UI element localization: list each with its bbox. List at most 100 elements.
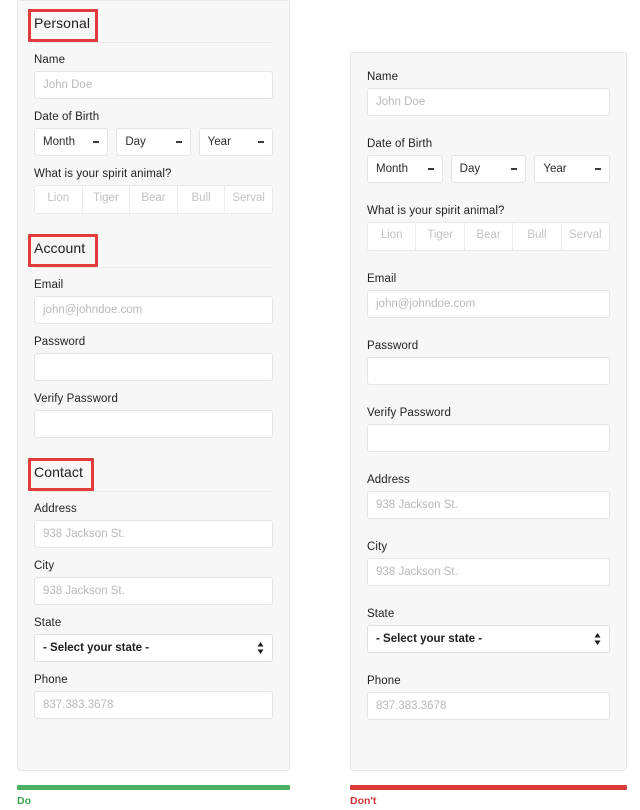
section-header-personal: Personal (28, 9, 273, 43)
do-example-form-panel: Personal Name John Doe Date of Birth Mon… (17, 0, 290, 771)
dob-year-value: Year (207, 136, 231, 148)
field-label-spirit-animal: What is your spirit animal? (34, 168, 172, 180)
verify-password-input[interactable] (34, 410, 273, 438)
field-label-password: Password (34, 336, 86, 348)
field-phone: Phone 837.383.3678 (34, 674, 273, 719)
password-input[interactable] (34, 353, 273, 381)
sort-updown-icon (257, 642, 264, 654)
phone-input[interactable]: 837.383.3678 (34, 691, 273, 719)
dont-verdict-bar (350, 785, 627, 790)
dob-day-select[interactable]: Day (116, 128, 191, 156)
field-spirit-animal: What is your spirit animal? Lion Tiger B… (367, 205, 610, 251)
do-verdict: Do (17, 785, 290, 807)
address-input[interactable]: 938 Jackson St. (34, 520, 273, 548)
dont-verdict-label: Don't (350, 795, 377, 807)
spirit-animal-option-lion[interactable]: Lion (368, 223, 417, 250)
field-verify-password: Verify Password (367, 407, 610, 452)
field-label-verify-password: Verify Password (367, 407, 451, 419)
field-date-of-birth: Date of Birth Month Day Year (34, 111, 273, 156)
field-email: Email john@johndoe.com (34, 279, 273, 324)
field-label-phone: Phone (367, 675, 401, 687)
field-spirit-animal: What is your spirit animal? Lion Tiger B… (34, 168, 273, 214)
do-verdict-label: Do (17, 795, 31, 807)
dob-month-select[interactable]: Month (34, 128, 109, 156)
dob-control-row: Month Day Year (367, 155, 611, 183)
field-state: State - Select your state - (367, 608, 610, 653)
password-input[interactable] (367, 357, 610, 385)
section-title-account: Account (34, 240, 86, 256)
state-select-value: - Select your state - (376, 633, 483, 645)
spirit-animal-button-group: Lion Tiger Bear Bull Serval (367, 222, 610, 251)
field-label-state: State (34, 617, 62, 629)
spirit-animal-option-lion[interactable]: Lion (35, 186, 83, 213)
dob-month-value: Month (43, 136, 75, 148)
field-label-address: Address (34, 503, 77, 515)
name-input[interactable]: John Doe (34, 71, 273, 99)
field-date-of-birth: Date of Birth Month Day Year (367, 138, 611, 183)
spirit-animal-option-tiger[interactable]: Tiger (416, 223, 465, 250)
field-city: City 938 Jackson St. (34, 560, 273, 605)
field-password: Password (367, 340, 610, 385)
field-label-city: City (367, 541, 388, 553)
state-select[interactable]: - Select your state - (367, 625, 610, 653)
do-verdict-bar (17, 785, 290, 790)
dob-day-select[interactable]: Day (450, 155, 527, 183)
name-input[interactable]: John Doe (367, 88, 610, 116)
field-label-verify-password: Verify Password (34, 393, 118, 405)
address-input[interactable]: 938 Jackson St. (367, 491, 610, 519)
spirit-animal-option-bull[interactable]: Bull (513, 223, 562, 250)
spirit-animal-option-bear[interactable]: Bear (465, 223, 514, 250)
spirit-animal-option-serval[interactable]: Serval (225, 186, 272, 213)
chevron-down-icon (175, 141, 182, 143)
field-label-address: Address (367, 474, 410, 486)
field-label-state: State (367, 608, 395, 620)
field-name: Name John Doe (367, 71, 610, 116)
dob-year-select[interactable]: Year (198, 128, 273, 156)
field-label-password: Password (367, 340, 419, 352)
field-name: Name John Doe (34, 54, 273, 99)
sort-updown-icon (594, 633, 601, 645)
field-label-email: Email (34, 279, 64, 291)
chevron-down-icon (93, 141, 100, 143)
spirit-animal-option-tiger[interactable]: Tiger (83, 186, 131, 213)
field-label-date-of-birth: Date of Birth (34, 111, 100, 123)
email-input[interactable]: john@johndoe.com (367, 290, 610, 318)
spirit-animal-button-group: Lion Tiger Bear Bull Serval (34, 185, 273, 214)
field-address: Address 938 Jackson St. (34, 503, 273, 548)
dob-year-select[interactable]: Year (534, 155, 611, 183)
city-input[interactable]: 938 Jackson St. (367, 558, 610, 586)
field-phone: Phone 837.383.3678 (367, 675, 610, 720)
section-title-personal: Personal (34, 15, 91, 31)
phone-input[interactable]: 837.383.3678 (367, 692, 610, 720)
field-label-date-of-birth: Date of Birth (367, 138, 433, 150)
chevron-down-icon (595, 168, 602, 170)
dont-example-form-panel: Name John Doe Date of Birth Month Day Ye… (350, 52, 627, 771)
state-select[interactable]: - Select your state - (34, 634, 273, 662)
dob-day-value: Day (125, 136, 146, 148)
spirit-animal-option-bear[interactable]: Bear (130, 186, 178, 213)
field-state: State - Select your state - (34, 617, 273, 662)
field-address: Address 938 Jackson St. (367, 474, 610, 519)
field-city: City 938 Jackson St. (367, 541, 610, 586)
section-header-contact: Contact (28, 458, 273, 492)
field-label-name: Name (367, 71, 399, 83)
chevron-down-icon (257, 141, 264, 143)
dob-year-value: Year (543, 163, 567, 175)
spirit-animal-option-bull[interactable]: Bull (178, 186, 226, 213)
dob-control-row: Month Day Year (34, 128, 273, 156)
verify-password-input[interactable] (367, 424, 610, 452)
dont-verdict: Don't (350, 785, 627, 807)
section-header-account: Account (28, 234, 273, 268)
section-title-contact: Contact (34, 464, 83, 480)
email-input[interactable]: john@johndoe.com (34, 296, 273, 324)
field-label-city: City (34, 560, 55, 572)
spirit-animal-option-serval[interactable]: Serval (562, 223, 609, 250)
field-label-email: Email (367, 273, 397, 285)
field-verify-password: Verify Password (34, 393, 273, 438)
city-input[interactable]: 938 Jackson St. (34, 577, 273, 605)
field-label-phone: Phone (34, 674, 68, 686)
field-label-spirit-animal: What is your spirit animal? (367, 205, 505, 217)
dob-day-value: Day (459, 163, 481, 175)
chevron-down-icon (511, 168, 518, 170)
dob-month-select[interactable]: Month (367, 155, 443, 183)
